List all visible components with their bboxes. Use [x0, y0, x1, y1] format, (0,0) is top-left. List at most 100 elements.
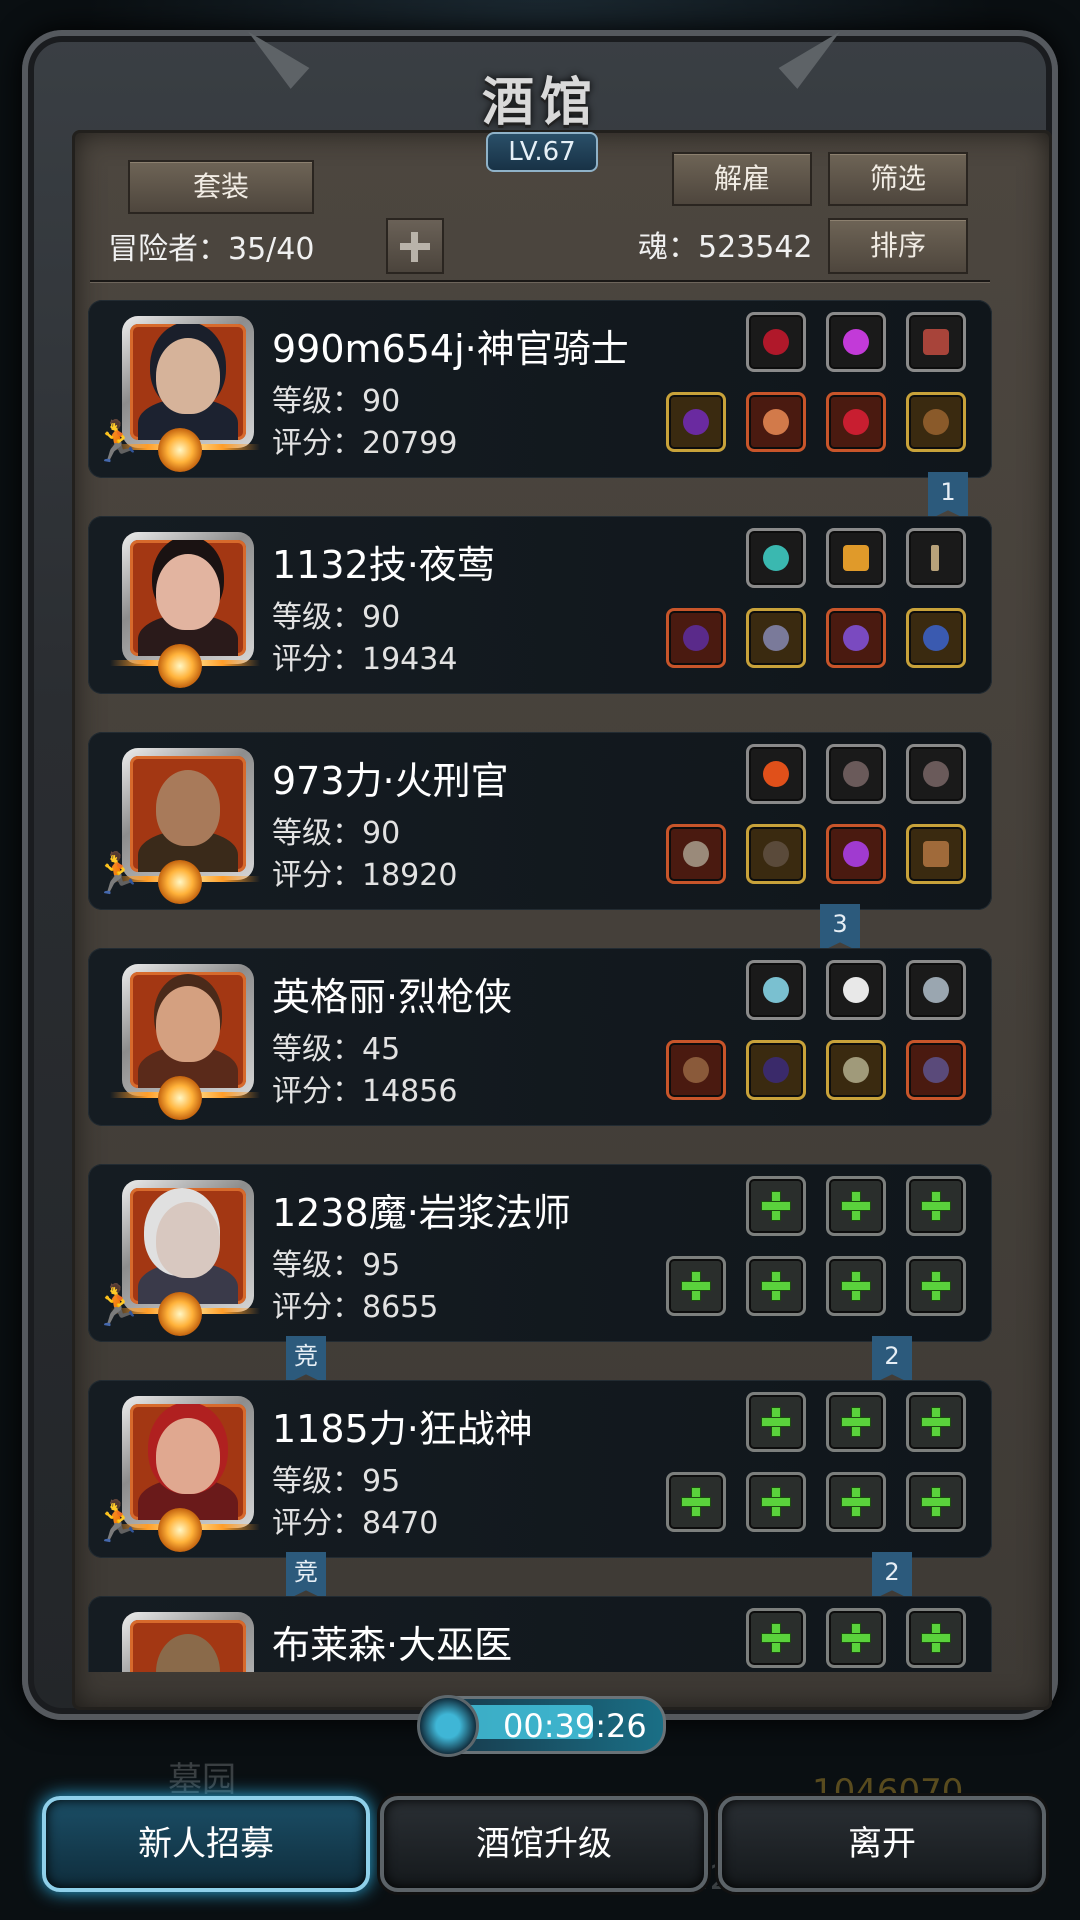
leave-button[interactable]: 离开: [718, 1796, 1046, 1892]
hero-score: 评分：8655: [272, 1290, 439, 1325]
hero-name: 973力·火刑官: [272, 759, 509, 803]
hero-card[interactable]: 🏃 1185力·狂战神 等级：95 评分：8470: [88, 1380, 992, 1558]
amulet-icon[interactable]: [746, 312, 806, 372]
clock-icon: [417, 1695, 479, 1757]
hero-level: 等级：95: [272, 1248, 401, 1283]
flame-icon[interactable]: [746, 744, 806, 804]
hero-level: 等级：95: [272, 1464, 401, 1499]
dagger-icon[interactable]: [906, 528, 966, 588]
hero-card[interactable]: 英格丽·烈枪侠 等级：45 评分：14856: [88, 948, 992, 1126]
mage-helmet-icon[interactable]: [826, 824, 886, 884]
rank-sun-icon: [158, 644, 202, 688]
axe-icon[interactable]: [666, 824, 726, 884]
runner-icon: 🏃: [92, 851, 142, 897]
hero-card[interactable]: 1132技·夜莺 等级：90 评分：19434: [88, 516, 992, 694]
necklace-icon[interactable]: [906, 608, 966, 668]
hero-name: 1132技·夜莺: [272, 543, 495, 587]
add-equipment-icon[interactable]: [906, 1176, 966, 1236]
rank-sun-icon: [158, 860, 202, 904]
runner-icon: 🏃: [92, 1499, 142, 1545]
arena-banner: 竞: [286, 1336, 326, 1384]
glove-icon[interactable]: [906, 312, 966, 372]
runner-icon: 🏃: [92, 1283, 142, 1329]
page-title: 酒馆: [481, 73, 598, 133]
hero-score: 评分：20799: [272, 426, 458, 461]
hero-level: 等级：45: [272, 1032, 401, 1067]
filter-button[interactable]: 筛选: [828, 152, 968, 206]
add-equipment-icon[interactable]: [746, 1256, 806, 1316]
dismiss-button[interactable]: 解雇: [672, 152, 812, 206]
feather-icon[interactable]: [906, 744, 966, 804]
armor-icon[interactable]: [746, 392, 806, 452]
add-equipment-icon[interactable]: [746, 1176, 806, 1236]
gauntlet-icon[interactable]: [826, 1040, 886, 1100]
lantern-icon[interactable]: [826, 528, 886, 588]
refresh-timer: 00:39:26: [417, 1695, 666, 1757]
hero-card[interactable]: 🏃 1238魔·岩浆法师 等级：95 评分：8655: [88, 1164, 992, 1342]
chestplate-icon[interactable]: [746, 824, 806, 884]
team-banner: 2: [872, 1336, 912, 1384]
hero-score: 评分：8470: [272, 1506, 439, 1541]
team-banner: 3: [820, 904, 860, 952]
hero-portrait[interactable]: [122, 532, 254, 664]
gem-icon[interactable]: [826, 312, 886, 372]
hero-score: 评分：18920: [272, 858, 458, 893]
hero-level: 等级：90: [272, 600, 401, 635]
helmet-icon[interactable]: [826, 608, 886, 668]
potion-icon[interactable]: [826, 392, 886, 452]
tavern-level-badge: LV.67: [486, 132, 598, 172]
add-equipment-icon[interactable]: [826, 1472, 886, 1532]
crystal-icon[interactable]: [746, 528, 806, 588]
timer-text: 00:39:26: [503, 1707, 647, 1745]
background-graveyard-label: 墓园: [168, 1760, 236, 1800]
hero-score: 评分：19434: [272, 642, 458, 677]
divider: [90, 280, 990, 282]
mask-icon[interactable]: [906, 1040, 966, 1100]
hero-card[interactable]: 布莱森·大巫医: [88, 1596, 992, 1672]
add-equipment-icon[interactable]: [826, 1392, 886, 1452]
wing-icon[interactable]: [826, 960, 886, 1020]
add-equipment-icon[interactable]: [826, 1256, 886, 1316]
rank-sun-icon: [158, 428, 202, 472]
hero-score: 评分：14856: [272, 1074, 458, 1109]
team-banner: 2: [872, 1552, 912, 1600]
blade-icon[interactable]: [666, 608, 726, 668]
rank-sun-icon: [158, 1292, 202, 1336]
feather-icon[interactable]: [826, 744, 886, 804]
hero-list[interactable]: 🏃 990m654j·神官骑士 等级：90 评分：20799 1 1132技·夜…: [88, 300, 992, 1672]
add-equipment-icon[interactable]: [746, 1392, 806, 1452]
orb-icon[interactable]: [746, 960, 806, 1020]
hero-card[interactable]: 🏃 990m654j·神官骑士 等级：90 评分：20799: [88, 300, 992, 478]
tavern-upgrade-button[interactable]: 酒馆升级: [380, 1796, 708, 1892]
recruit-button[interactable]: 新人招募: [42, 1796, 370, 1892]
staff-icon[interactable]: [666, 392, 726, 452]
pauldron-icon[interactable]: [746, 608, 806, 668]
hero-name: 990m654j·神官骑士: [272, 327, 629, 371]
set-button[interactable]: 套装: [128, 160, 314, 214]
add-slot-button[interactable]: [386, 218, 444, 274]
add-equipment-icon[interactable]: [906, 1472, 966, 1532]
add-equipment-icon[interactable]: [666, 1472, 726, 1532]
add-equipment-icon[interactable]: [746, 1472, 806, 1532]
boots-icon[interactable]: [906, 392, 966, 452]
emblem-icon[interactable]: [906, 960, 966, 1020]
scroll-icon[interactable]: [906, 824, 966, 884]
add-equipment-icon[interactable]: [906, 1608, 966, 1668]
team-banner: 1: [928, 472, 968, 520]
add-equipment-icon[interactable]: [666, 1256, 726, 1316]
cloak-icon[interactable]: [746, 1040, 806, 1100]
add-equipment-icon[interactable]: [826, 1176, 886, 1236]
arena-banner: 竞: [286, 1552, 326, 1600]
add-equipment-icon[interactable]: [906, 1256, 966, 1316]
hero-portrait[interactable]: [122, 1612, 254, 1672]
add-equipment-icon[interactable]: [746, 1608, 806, 1668]
sort-button[interactable]: 排序: [828, 218, 968, 274]
hero-name: 布莱森·大巫医: [272, 1623, 513, 1667]
add-equipment-icon[interactable]: [906, 1392, 966, 1452]
hero-name: 1238魔·岩浆法师: [272, 1191, 571, 1235]
hero-card[interactable]: 🏃 973力·火刑官 等级：90 评分：18920: [88, 732, 992, 910]
rifle-icon[interactable]: [666, 1040, 726, 1100]
hero-portrait[interactable]: [122, 964, 254, 1096]
rank-sun-icon: [158, 1076, 202, 1120]
add-equipment-icon[interactable]: [826, 1608, 886, 1668]
